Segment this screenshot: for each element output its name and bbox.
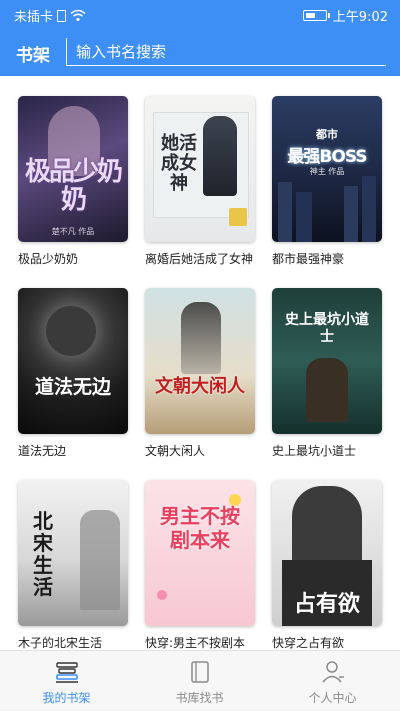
sim-card-icon <box>57 9 67 22</box>
battery-level-fill <box>305 13 315 18</box>
book-title[interactable]: 道法无边 <box>18 442 128 459</box>
book-card[interactable]: 文朝大闲人 文朝大闲人 <box>145 288 255 459</box>
tab-library[interactable]: 书库找书 <box>133 651 266 712</box>
book-card[interactable]: 都市 最强BOSS 神主 作品 都市最强神豪 <box>272 96 382 267</box>
book-cover[interactable]: 男主不按剧本来 <box>145 480 255 626</box>
book-cover[interactable]: 北宋生活 <box>18 480 128 626</box>
cover-figure <box>80 510 120 610</box>
book-card[interactable]: 道法无边 道法无边 <box>18 288 128 459</box>
page-title: 书架 <box>16 46 50 66</box>
cover-decoration <box>157 590 167 600</box>
cover-building <box>278 182 292 242</box>
cover-title: 男主不按剧本来 <box>160 504 240 552</box>
carrier-text: 未插卡 <box>14 10 54 25</box>
status-bar: 未插卡 上午9:02 <box>0 0 400 28</box>
book-title[interactable]: 快穿:男主不按剧本 <box>145 634 255 650</box>
cover-figure <box>292 486 362 566</box>
search-input[interactable] <box>67 38 386 65</box>
tab-label: 书库找书 <box>175 691 224 705</box>
book-cover[interactable]: 史上最坑小道士 <box>272 288 382 434</box>
book-title[interactable]: 史上最坑小道士 <box>272 442 382 459</box>
bookshelf-grid: 极品少奶奶 楚不凡 作品 极品少奶奶 她活成女神 离婚后她活成了女神 都市 最强… <box>0 76 400 650</box>
book-cover[interactable]: 文朝大闲人 <box>145 288 255 434</box>
cover-author: 神主 作品 <box>309 167 345 176</box>
book-title[interactable]: 木子的北宋生活 <box>18 634 128 650</box>
cover-building <box>296 192 312 242</box>
cover-figure <box>203 116 237 196</box>
book-title[interactable]: 极品少奶奶 <box>18 250 128 267</box>
cover-badge <box>229 208 247 226</box>
book-title[interactable]: 都市最强神豪 <box>272 250 382 267</box>
tab-label: 个人中心 <box>308 691 357 705</box>
book-cover[interactable]: 都市 最强BOSS 神主 作品 <box>272 96 382 242</box>
cover-title: 她活成女神 <box>161 133 197 194</box>
cover-badge: 都市 <box>316 128 338 141</box>
book-cover[interactable]: 道法无边 <box>18 288 128 434</box>
book-card[interactable]: 极品少奶奶 楚不凡 作品 极品少奶奶 <box>18 96 128 267</box>
clock-text: 上午9:02 <box>332 10 388 25</box>
cover-building <box>362 176 376 242</box>
cover-building <box>344 186 358 242</box>
cover-figure <box>181 302 221 374</box>
cover-title: 北宋生活 <box>33 509 53 599</box>
book-cover[interactable]: 极品少奶奶 楚不凡 作品 <box>18 96 128 242</box>
book-icon <box>191 661 209 683</box>
cover-figure <box>46 306 96 356</box>
user-icon <box>322 661 344 683</box>
cover-title: 道法无边 <box>34 376 111 398</box>
cover-title: 文朝大闲人 <box>155 376 245 397</box>
tab-bookshelf[interactable]: 我的书架 <box>0 651 133 712</box>
book-cover[interactable]: 占有欲 <box>272 480 382 626</box>
cover-author: 楚不凡 作品 <box>51 227 95 236</box>
status-right: 上午9:02 <box>302 6 388 25</box>
cover-title: 史上最坑小道士 <box>285 312 369 345</box>
bottom-nav: 我的书架 书库找书 个人中心 <box>0 650 400 711</box>
app-header: 书架 <box>0 28 400 76</box>
book-title[interactable]: 快穿之占有欲 <box>272 634 382 650</box>
book-cover[interactable]: 她活成女神 <box>145 96 255 242</box>
book-title[interactable]: 离婚后她活成了女神 <box>145 250 255 267</box>
bookshelf-icon <box>56 662 78 683</box>
wifi-icon <box>70 9 86 22</box>
cover-title: 极品少奶奶 <box>24 157 123 215</box>
book-card[interactable]: 北宋生活 木子的北宋生活 <box>18 480 128 650</box>
status-left: 未插卡 <box>14 6 86 25</box>
book-title[interactable]: 文朝大闲人 <box>145 442 255 459</box>
cover-title: 占有欲 <box>293 591 360 617</box>
book-card[interactable]: 占有欲 快穿之占有欲 <box>272 480 382 650</box>
battery-icon <box>302 10 330 21</box>
cover-figure <box>306 358 348 422</box>
book-card[interactable]: 她活成女神 离婚后她活成了女神 <box>145 96 255 267</box>
book-card[interactable]: 男主不按剧本来 快穿:男主不按剧本 <box>145 480 255 650</box>
tab-profile[interactable]: 个人中心 <box>266 651 399 712</box>
tab-label: 我的书架 <box>42 691 91 705</box>
book-card[interactable]: 史上最坑小道士 史上最坑小道士 <box>272 288 382 459</box>
cover-title: 最强BOSS <box>287 147 367 167</box>
search-box[interactable] <box>66 38 386 66</box>
